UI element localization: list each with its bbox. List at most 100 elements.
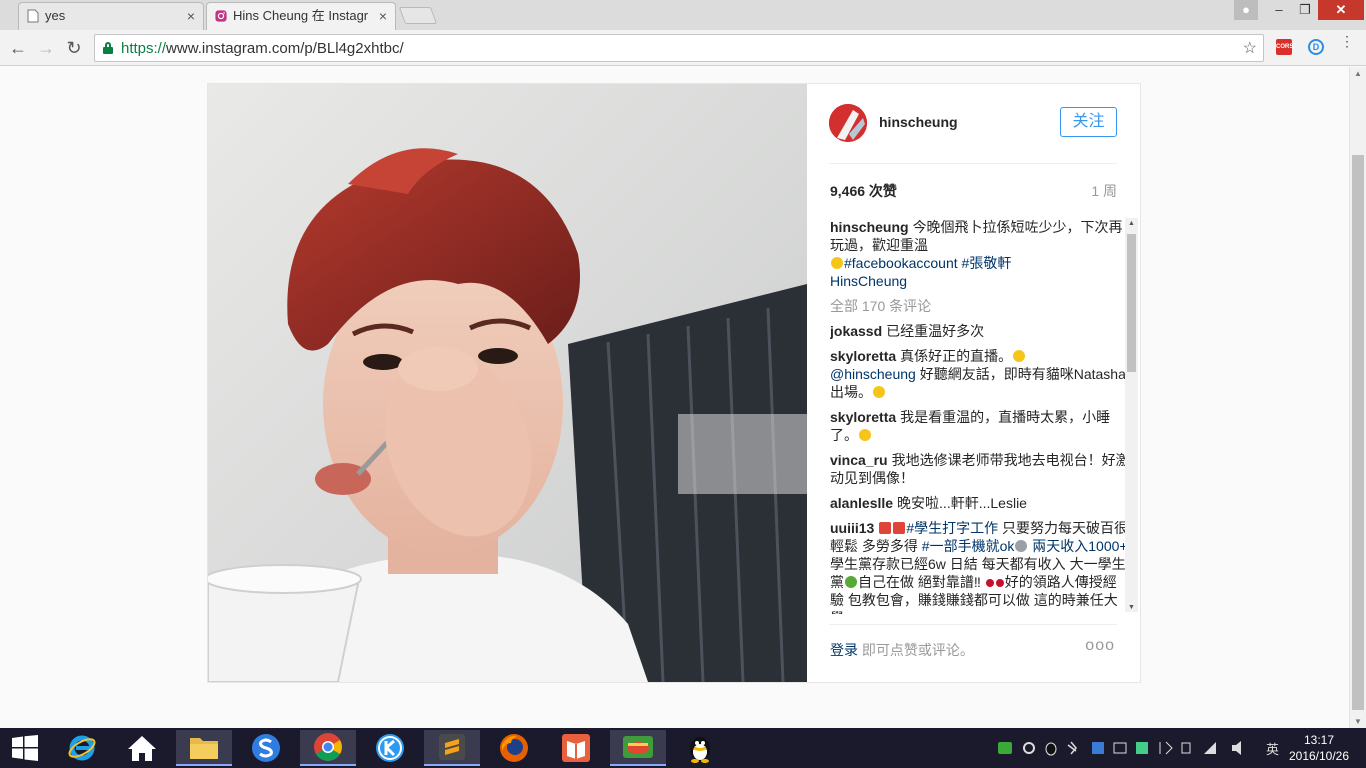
taskbar-game[interactable] bbox=[610, 730, 666, 766]
minimize-button[interactable]: – bbox=[1266, 0, 1292, 20]
browser-tab-strip: yes × Hins Cheung 在 Instagr × ● – ❐ ✕ bbox=[0, 0, 1366, 30]
bookmark-star-icon[interactable]: ☆ bbox=[1243, 38, 1257, 58]
browser-toolbar: ← → ↻ https://www.instagram.com/p/BLl4g2… bbox=[0, 30, 1366, 66]
smiley-emoji-icon bbox=[831, 257, 843, 269]
hashtag-link[interactable]: HinsCheung bbox=[830, 273, 907, 289]
hashtag-link[interactable]: #一部手機就ok bbox=[922, 538, 1015, 554]
new-tab-button[interactable] bbox=[398, 7, 438, 24]
scrollbar-thumb[interactable] bbox=[1352, 155, 1364, 710]
clock-date: 2016/10/26 bbox=[1288, 749, 1350, 763]
url-text: https://www.instagram.com/p/BLl4g2xhtbc/ bbox=[121, 40, 404, 57]
comments-scrollbar[interactable]: ▲ ▼ bbox=[1125, 218, 1138, 612]
comments-list: hinscheung 今晚個飛卜拉係短咗少少，下次再玩過，歡迎重溫 #facebo… bbox=[830, 218, 1130, 614]
scroll-down-arrow-icon[interactable]: ▼ bbox=[1128, 604, 1135, 611]
list-item: vinca_ru 我地选修课老师带我地去电视台！好激动见到偶像！ bbox=[830, 451, 1130, 487]
comment-text: 晚安啦...軒軒...Leslie bbox=[897, 495, 1027, 511]
post-age[interactable]: 1 周 bbox=[1091, 181, 1117, 201]
game-icon bbox=[623, 736, 653, 758]
taskbar-firefox[interactable] bbox=[486, 730, 542, 766]
taskbar-chrome[interactable] bbox=[300, 730, 356, 766]
avatar[interactable] bbox=[829, 104, 867, 142]
sogou-icon bbox=[252, 734, 280, 762]
kugou-icon bbox=[376, 734, 404, 762]
tab-instagram[interactable]: Hins Cheung 在 Instagr × bbox=[206, 2, 396, 30]
folder-icon bbox=[190, 738, 218, 759]
taskbar-qq[interactable] bbox=[672, 730, 728, 766]
post-video[interactable] bbox=[208, 84, 807, 682]
taskbar-file-explorer[interactable] bbox=[176, 730, 232, 766]
forward-button[interactable]: → bbox=[34, 36, 58, 60]
taskbar-reader[interactable] bbox=[548, 730, 604, 766]
list-item: jokassd 已经重温好多次 bbox=[830, 322, 1130, 340]
mention-link[interactable]: @hinscheung bbox=[830, 366, 916, 382]
sublime-text-icon bbox=[439, 734, 465, 760]
comment-username[interactable]: skyloretta bbox=[830, 348, 896, 364]
likes-count[interactable]: 9,466 次赞 bbox=[830, 181, 897, 201]
page-scrollbar[interactable]: ▲ ▼ bbox=[1349, 67, 1366, 728]
instagram-post: hinscheung 关注 9,466 次赞 1 周 hinscheung 今晚個… bbox=[207, 83, 1141, 683]
video-frame-image bbox=[208, 84, 807, 682]
comment-username[interactable]: hinscheung bbox=[830, 219, 909, 235]
list-item: skyloretta 真係好正的直播。 @hinscheung 好聽網友話，即時有… bbox=[830, 347, 1130, 401]
cors-extension-icon[interactable]: CORS bbox=[1276, 39, 1293, 55]
taskbar-clock[interactable]: 13:17 2016/10/26 bbox=[1284, 732, 1354, 764]
system-tray: 英 bbox=[996, 728, 1279, 768]
hashtag-link[interactable]: #facebookaccount bbox=[844, 255, 958, 271]
view-all-comments-link[interactable]: 全部 170 条评论 bbox=[830, 297, 1130, 315]
firefox-icon bbox=[500, 734, 528, 762]
tab-close-button[interactable]: × bbox=[187, 3, 195, 29]
comment-text: 自己在做 絕對靠譜‼ bbox=[858, 574, 981, 590]
profile-icon[interactable]: ● bbox=[1234, 0, 1258, 20]
login-link[interactable]: 登录 bbox=[830, 642, 858, 658]
comment-username[interactable]: jokassd bbox=[830, 323, 882, 339]
close-window-button[interactable]: ✕ bbox=[1318, 0, 1364, 20]
chrome-menu-icon[interactable]: ⋮ bbox=[1340, 34, 1354, 48]
qq-penguin-icon bbox=[690, 737, 710, 763]
clock-time: 13:17 bbox=[1303, 733, 1335, 747]
more-options-button[interactable]: ooo bbox=[1085, 637, 1115, 655]
address-bar[interactable]: https://www.instagram.com/p/BLl4g2xhtbc/… bbox=[94, 34, 1264, 62]
anger-emoji-icon bbox=[879, 522, 892, 534]
comment-username[interactable]: vinca_ru bbox=[830, 452, 888, 468]
leaf-emoji-icon bbox=[845, 576, 857, 588]
taskbar-kugou[interactable] bbox=[362, 730, 418, 766]
chrome-icon bbox=[314, 733, 342, 761]
back-button[interactable]: ← bbox=[6, 36, 30, 60]
windows-taskbar: 英 13:17 2016/10/26 bbox=[0, 728, 1366, 768]
reload-button[interactable]: ↻ bbox=[62, 36, 86, 60]
ime-indicator[interactable]: 英 bbox=[1266, 739, 1279, 758]
taskbar-ie[interactable] bbox=[54, 730, 110, 766]
hashtag-link[interactable]: 兩天收入1000+ bbox=[1032, 538, 1127, 554]
tray-icons bbox=[998, 741, 1241, 756]
login-prompt: 登录 即可点赞或评论。 bbox=[830, 640, 974, 660]
smiley-emoji-icon bbox=[1013, 350, 1026, 362]
cherry-emoji-icon bbox=[985, 579, 994, 587]
post-sidebar: hinscheung 关注 9,466 次赞 1 周 hinscheung 今晚個… bbox=[807, 84, 1141, 682]
comment-username[interactable]: uuiii13 bbox=[830, 520, 874, 536]
scroll-up-arrow-icon[interactable]: ▲ bbox=[1354, 69, 1362, 78]
caption: hinscheung 今晚個飛卜拉係短咗少少，下次再玩過，歡迎重溫 #facebo… bbox=[830, 218, 1130, 290]
extension-icon[interactable]: D bbox=[1308, 39, 1324, 55]
tab-close-button[interactable]: × bbox=[379, 3, 387, 29]
scrollbar-thumb[interactable] bbox=[1127, 234, 1136, 372]
tab-title: yes bbox=[45, 8, 66, 23]
post-footer: 登录 即可点赞或评论。 ooo bbox=[829, 624, 1117, 674]
lock-icon bbox=[103, 42, 113, 54]
tab-yes[interactable]: yes × bbox=[18, 2, 204, 30]
taskbar-home[interactable] bbox=[114, 730, 170, 766]
scroll-up-arrow-icon[interactable]: ▲ bbox=[1128, 220, 1135, 227]
taskbar-sogou[interactable] bbox=[238, 730, 294, 766]
login-prompt-text: 即可点赞或评论。 bbox=[861, 642, 974, 658]
cherry-emoji-icon bbox=[995, 579, 1004, 587]
comment-username[interactable]: alanleslle bbox=[830, 495, 893, 511]
instagram-icon bbox=[215, 10, 227, 22]
scroll-down-arrow-icon[interactable]: ▼ bbox=[1354, 717, 1362, 726]
restore-button[interactable]: ❐ bbox=[1292, 0, 1318, 20]
start-button[interactable] bbox=[0, 730, 50, 766]
post-username[interactable]: hinscheung bbox=[879, 114, 958, 130]
hashtag-link[interactable]: #張敬軒 bbox=[962, 255, 1012, 271]
hashtag-link[interactable]: #學生打字工作 bbox=[906, 520, 998, 536]
comment-username[interactable]: skyloretta bbox=[830, 409, 896, 425]
follow-button[interactable]: 关注 bbox=[1060, 107, 1117, 137]
taskbar-sublime[interactable] bbox=[424, 730, 480, 766]
